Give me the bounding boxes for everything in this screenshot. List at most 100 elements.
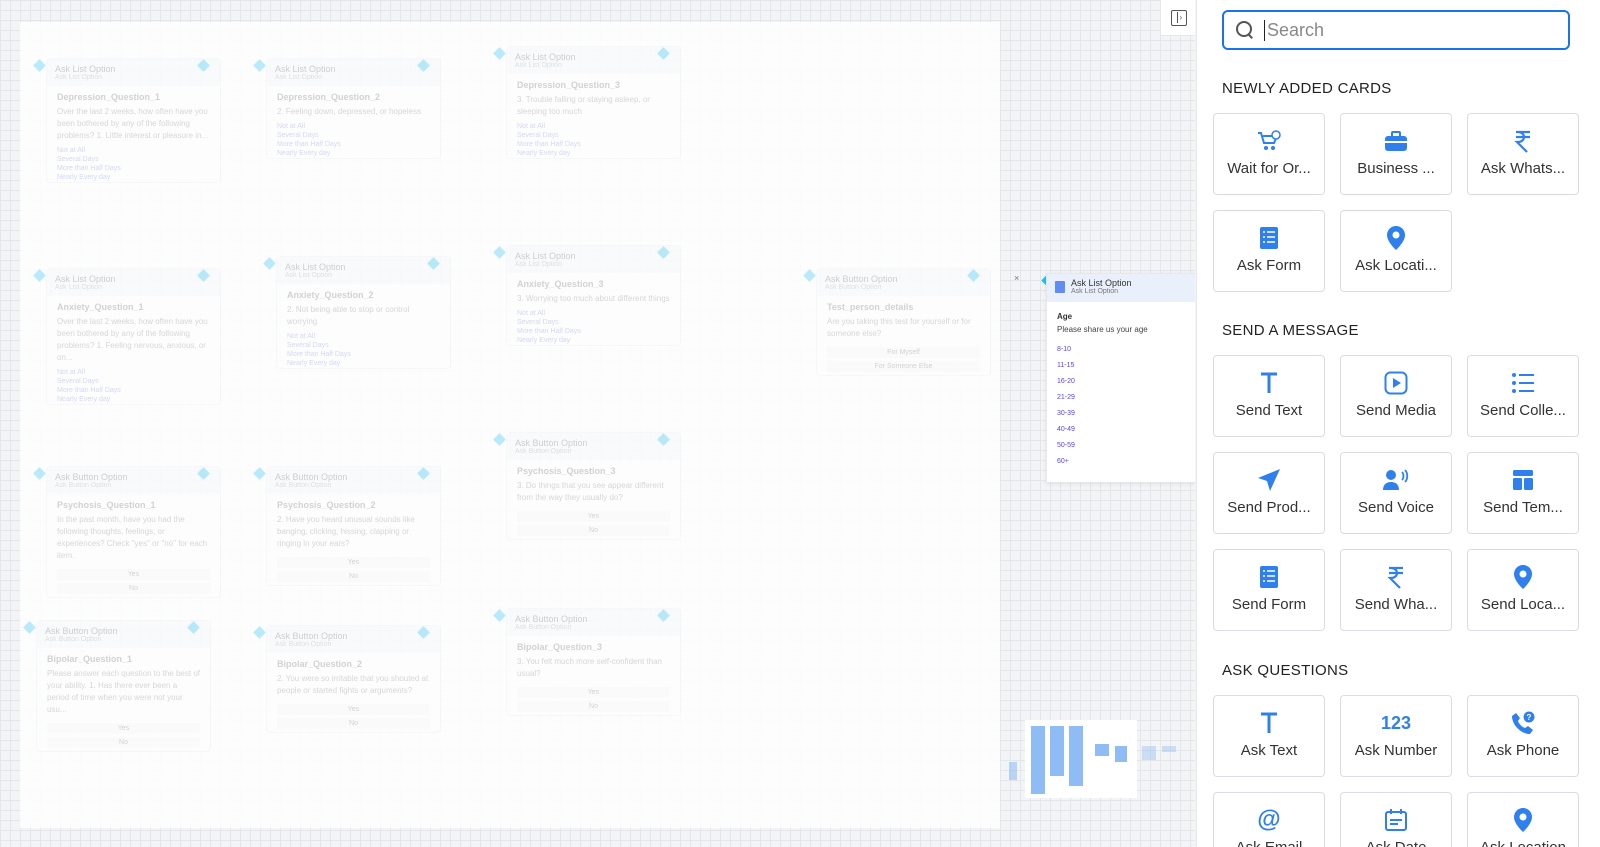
location-pin-icon [1386,225,1406,251]
button-option[interactable]: No [277,718,430,729]
flow-node[interactable]: Ask List Option Ask List Option Depression… [506,46,681,159]
list-option[interactable]: More than Half Days [507,140,680,149]
flow-node[interactable]: Ask Button Option Ask Button Option Bipola… [266,625,441,733]
flow-node[interactable]: Ask Button Option Ask Button Option Test_p… [816,268,991,376]
list-option[interactable]: Several Days [267,131,440,140]
card-send-voice[interactable]: Send Voice [1340,452,1452,534]
card-send-prod[interactable]: Send Prod... [1213,452,1325,534]
list-option[interactable]: 40-49 [1047,424,1195,440]
button-option[interactable]: For Someone Else [827,361,980,372]
list-option[interactable]: Several Days [277,341,450,350]
list-option[interactable]: Not at All [507,309,680,318]
button-option[interactable]: No [47,737,200,748]
list-option[interactable]: Not at All [507,122,680,131]
list-option[interactable]: Nearly Every day [507,149,680,158]
list-option[interactable]: More than Half Days [277,350,450,359]
list-option[interactable]: Not at All [277,332,450,341]
button-option[interactable]: Yes [277,704,430,715]
flow-node[interactable]: Ask Button Option Ask Button Option Psycho… [46,466,221,598]
flow-canvas[interactable]: Ask List Option Ask List Option Depression… [0,0,1195,847]
card-send-form[interactable]: Send Form [1213,549,1325,631]
list-option[interactable]: Not at All [47,146,220,155]
card-ask-date[interactable]: Ask Date [1340,792,1452,847]
flow-node[interactable]: Ask Button Option Ask Button Option Bipola… [36,620,211,752]
card-send-text[interactable]: Send Text [1213,355,1325,437]
list-option[interactable]: Nearly Every day [277,359,450,368]
button-option[interactable]: For Myself [827,347,980,358]
list-option[interactable]: More than Half Days [507,327,680,336]
card-wait-for-or[interactable]: Wait for Or... [1213,113,1325,195]
flow-node[interactable]: Ask List Option Ask List Option Anxiety_Qu… [276,256,451,369]
search-input[interactable] [1264,19,1554,41]
button-option[interactable]: Yes [277,557,430,568]
node-title: Depression_Question_2 [277,92,381,102]
list-option[interactable]: Nearly Every day [507,336,680,345]
list-option[interactable]: Not at All [267,122,440,131]
list-option[interactable]: Several Days [507,131,680,140]
list-option[interactable]: 50-59 [1047,440,1195,456]
node-title: Depression_Question_3 [517,80,621,90]
flow-node[interactable]: Ask List Option Ask List Option Anxiety_Qu… [506,245,681,346]
node-title: Psychosis_Question_1 [57,500,156,510]
card-ask-phone[interactable]: ? Ask Phone [1467,695,1579,777]
card-ask-email[interactable]: @ Ask Email [1213,792,1325,847]
card-ask-locati[interactable]: Ask Locati... [1340,210,1452,292]
node-question: Over the last 2 weeks, how often have yo… [57,107,209,140]
card-send-media[interactable]: Send Media [1340,355,1452,437]
list-option[interactable]: Several Days [47,377,220,386]
list-option[interactable]: Nearly Every day [47,395,220,404]
list-option[interactable]: More than Half Days [267,140,440,149]
node-type-title: Ask List Option [1071,278,1132,288]
card-send-wha[interactable]: Send Wha... [1340,549,1452,631]
list-option[interactable]: Several Days [507,318,680,327]
button-option[interactable]: Yes [47,723,200,734]
search-box[interactable] [1222,10,1570,50]
card-ask-form[interactable]: Ask Form [1213,210,1325,292]
card-business[interactable]: Business ... [1340,113,1452,195]
list-option[interactable]: More than Half Days [47,164,220,173]
card-ask-number[interactable]: 123 Ask Number [1340,695,1452,777]
card-send-tem[interactable]: Send Tem... [1467,452,1579,534]
flow-node[interactable]: Ask List Option Ask List Option Depression… [46,58,221,183]
button-option[interactable]: Yes [57,569,210,580]
list-option[interactable]: 8-10 [1047,344,1195,360]
list-option[interactable]: Nearly Every day [47,173,220,182]
list-icon [1511,370,1535,396]
node-question: Are you taking this test for yourself or… [827,317,971,338]
button-option[interactable]: No [517,525,670,536]
button-option[interactable]: Yes [517,687,670,698]
location-pin-icon [1513,564,1533,590]
flow-node[interactable]: Ask Button Option Ask Button Option Psycho… [266,466,441,586]
list-option[interactable]: 16-20 [1047,376,1195,392]
card-ask-whats[interactable]: Ask Whats... [1467,113,1579,195]
button-option[interactable]: No [277,571,430,582]
node-type-subtitle: Ask List Option [515,261,563,268]
card-ask-text[interactable]: Ask Text [1213,695,1325,777]
minimap-block [1115,746,1127,762]
list-option[interactable]: Several Days [47,155,220,164]
list-option[interactable]: 30-39 [1047,408,1195,424]
button-option[interactable]: No [57,583,210,594]
list-option[interactable]: Nearly Every day [267,149,440,158]
flow-node[interactable]: Ask List Option Ask List Option Anxiety_Qu… [46,268,221,405]
list-option[interactable]: 11-15 [1047,360,1195,376]
card-ask-location[interactable]: Ask Location [1467,792,1579,847]
flow-node[interactable]: Ask Button Option Ask Button Option Psycho… [506,432,681,540]
node-title: Anxiety_Question_2 [287,290,374,300]
list-option[interactable]: Not at All [47,368,220,377]
form-icon [1259,225,1279,251]
focused-flow-node[interactable]: Ask List Option Ask List Option Age Plea… [1046,273,1195,483]
flow-node[interactable]: Ask List Option Ask List Option Depression… [266,58,441,159]
close-icon[interactable]: × [1014,273,1019,283]
button-option[interactable]: Yes [517,511,670,522]
list-option[interactable]: More than Half Days [47,386,220,395]
list-option[interactable]: 60+ [1047,456,1195,472]
flow-node[interactable]: Ask Button Option Ask Button Option Bipola… [506,608,681,716]
minimap[interactable] [1025,720,1137,798]
list-option[interactable]: 21-29 [1047,392,1195,408]
card-send-loca[interactable]: Send Loca... [1467,549,1579,631]
button-option[interactable]: No [517,701,670,712]
collapse-sidebar-button[interactable]: › [1160,0,1195,36]
card-send-colle[interactable]: Send Colle... [1467,355,1579,437]
search-icon [1236,21,1254,39]
